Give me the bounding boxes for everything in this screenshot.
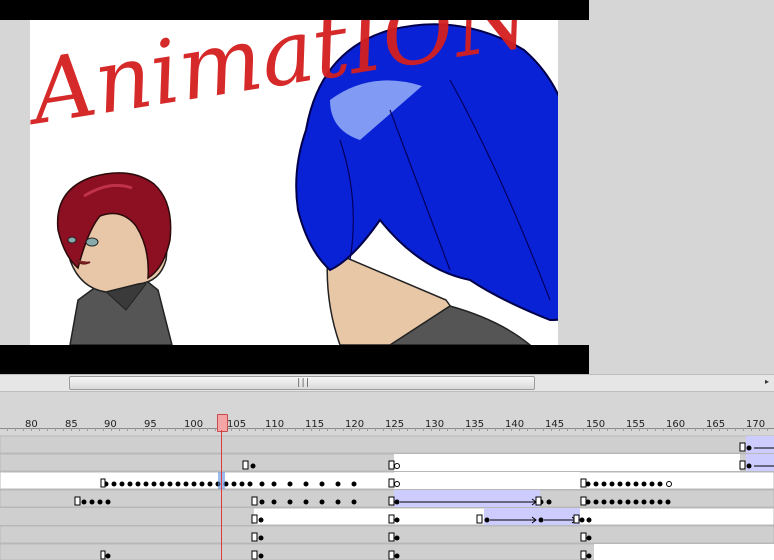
grip-icon: ||| bbox=[296, 378, 310, 388]
red-haired-girl-figure bbox=[56, 172, 173, 345]
scroll-right-arrow-icon[interactable]: ▸ bbox=[762, 376, 772, 388]
letterbox-bottom bbox=[0, 345, 589, 374]
layer-row-4[interactable] bbox=[0, 489, 774, 508]
layer-row-5[interactable] bbox=[0, 507, 774, 526]
stage-canvas[interactable]: AnimatION bbox=[30, 20, 558, 345]
letterbox-top bbox=[0, 0, 589, 20]
timeline-panel[interactable]: 80 85 90 95 100 105 110 115 120 125 130 … bbox=[0, 392, 774, 560]
layer-row-1[interactable] bbox=[0, 435, 774, 454]
stage-horizontal-scrollbar[interactable]: ||| ▸ bbox=[0, 374, 774, 392]
layer-row-3[interactable] bbox=[0, 471, 774, 490]
stage-area: AnimatION bbox=[0, 0, 774, 374]
timeline-frames[interactable] bbox=[0, 392, 774, 560]
layer-row-7[interactable] bbox=[0, 543, 774, 560]
playhead-line bbox=[221, 430, 222, 560]
scrollbar-thumb[interactable]: ||| bbox=[69, 376, 535, 390]
layer-row-2[interactable] bbox=[0, 453, 774, 472]
layer-row-6[interactable] bbox=[0, 525, 774, 544]
playhead-handle[interactable] bbox=[217, 414, 228, 432]
